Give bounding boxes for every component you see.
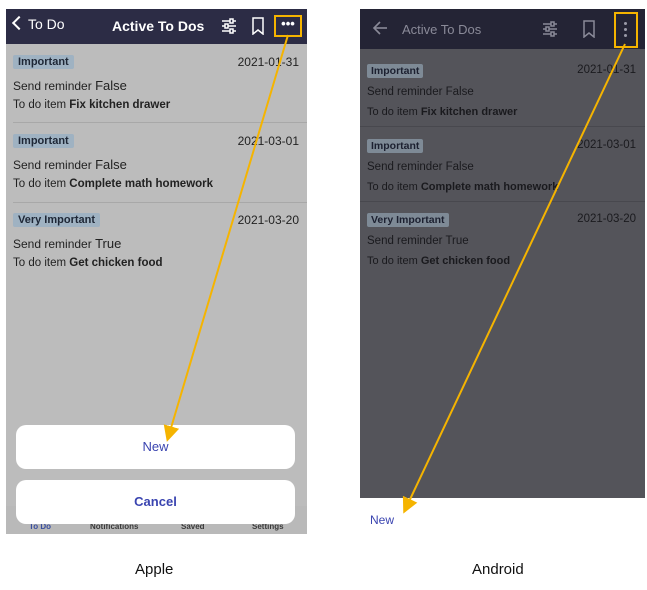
- reminder-label: Send reminder: [13, 158, 92, 172]
- todo-label: To do item: [367, 106, 418, 118]
- todo-label: To do item: [367, 255, 418, 267]
- due-date: 2021-01-31: [577, 64, 636, 76]
- back-arrow-icon[interactable]: [372, 20, 388, 36]
- priority-badge: Important: [367, 64, 424, 78]
- reminder-value: True: [95, 236, 122, 251]
- nav-header: Active To Dos: [360, 9, 645, 49]
- divider: [360, 201, 645, 202]
- back-button[interactable]: To Do: [10, 15, 65, 34]
- reminder-value: False: [95, 78, 127, 93]
- todo-value: Get chicken food: [420, 255, 511, 267]
- reminder-value: False: [445, 86, 474, 98]
- android-caption: Android: [472, 561, 524, 578]
- due-date: 2021-03-01: [577, 139, 636, 151]
- priority-badge: Very Important: [367, 213, 449, 227]
- page-title: Active To Dos: [402, 22, 482, 37]
- todo-row: To do item Complete math homework: [13, 178, 213, 190]
- due-date: 2021-01-31: [237, 55, 299, 69]
- divider: [360, 126, 645, 127]
- more-horizontal-icon[interactable]: •••: [274, 15, 302, 37]
- todo-row: To do item Fix kitchen drawer: [367, 106, 517, 118]
- new-menu-item[interactable]: New: [370, 513, 394, 527]
- todo-value: Fix kitchen drawer: [420, 106, 518, 118]
- reminder-label: Send reminder: [13, 237, 92, 251]
- reminder-label: Send reminder: [13, 79, 92, 93]
- todo-value: Complete math homework: [420, 181, 559, 193]
- divider: [13, 122, 307, 123]
- reminder-row: Send reminder True: [13, 236, 121, 251]
- due-date: 2021-03-20: [237, 213, 299, 227]
- reminder-value: False: [95, 157, 127, 172]
- reminder-label: Send reminder: [367, 235, 443, 247]
- nav-header: To Do Active To Dos •••: [6, 9, 307, 44]
- todo-row: To do item Fix kitchen drawer: [13, 99, 170, 111]
- priority-badge: Important: [13, 55, 74, 69]
- new-button[interactable]: New: [16, 425, 295, 469]
- todo-row: To do item Get chicken food: [13, 257, 163, 269]
- divider: [13, 202, 307, 203]
- due-date: 2021-03-20: [577, 213, 636, 225]
- priority-badge: Important: [13, 134, 74, 148]
- todo-label: To do item: [13, 257, 67, 269]
- bookmark-icon[interactable]: [251, 17, 265, 35]
- todo-label: To do item: [13, 99, 67, 111]
- todo-label: To do item: [367, 181, 418, 193]
- filter-sliders-icon[interactable]: [541, 20, 559, 38]
- reminder-row: Send reminder False: [367, 161, 474, 173]
- filter-sliders-icon[interactable]: [220, 17, 238, 35]
- due-date: 2021-03-01: [237, 134, 299, 148]
- overflow-menu: New: [360, 498, 645, 534]
- todo-value: Complete math homework: [69, 178, 214, 190]
- more-vertical-icon[interactable]: [614, 12, 638, 48]
- todo-label: To do item: [13, 178, 67, 190]
- back-chevron-icon: [11, 15, 27, 31]
- cancel-button[interactable]: Cancel: [16, 480, 295, 524]
- back-label: To Do: [28, 16, 65, 32]
- priority-badge: Very Important: [13, 213, 101, 227]
- reminder-value: False: [445, 161, 474, 173]
- todo-row: To do item Complete math homework: [367, 181, 558, 193]
- todo-value: Get chicken food: [69, 257, 163, 269]
- android-screenshot: Active To Dos Important 2021-01-31 Send …: [360, 9, 645, 534]
- reminder-row: Send reminder True: [367, 235, 469, 247]
- priority-badge: Important: [367, 139, 424, 153]
- reminder-label: Send reminder: [367, 86, 443, 98]
- page-title: Active To Dos: [112, 18, 205, 34]
- reminder-label: Send reminder: [367, 161, 443, 173]
- bookmark-icon[interactable]: [582, 20, 596, 38]
- todo-row: To do item Get chicken food: [367, 255, 510, 267]
- reminder-row: Send reminder False: [13, 157, 127, 172]
- reminder-row: Send reminder False: [367, 86, 474, 98]
- apple-caption: Apple: [135, 561, 174, 578]
- reminder-row: Send reminder False: [13, 78, 127, 93]
- todo-value: Fix kitchen drawer: [69, 99, 171, 111]
- apple-screenshot: To Do Active To Dos ••• Important 2021-0…: [6, 9, 307, 534]
- reminder-value: True: [445, 235, 469, 247]
